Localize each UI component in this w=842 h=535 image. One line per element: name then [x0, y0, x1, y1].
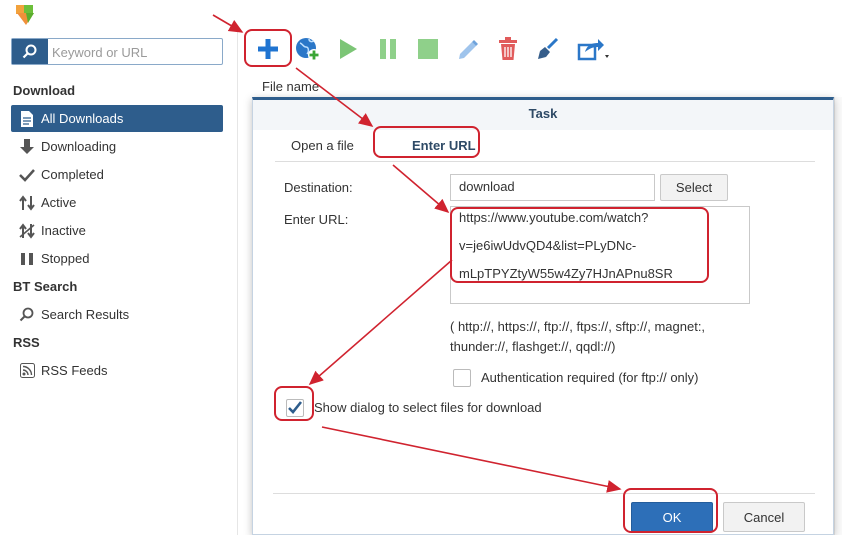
delete-icon [497, 36, 519, 64]
sidebar-item-all-downloads[interactable]: All Downloads [11, 105, 223, 132]
bt-search-section-heading: BT Search [13, 279, 78, 294]
pause-icon [19, 251, 35, 267]
document-icon [19, 110, 35, 127]
sidebar-item-label: RSS Feeds [41, 363, 108, 378]
sidebar-item-label: Active [41, 195, 77, 210]
cancel-button[interactable]: Cancel [723, 502, 805, 532]
dialog-tabs: Open a file Enter URL [275, 130, 815, 162]
up-down-arrows-icon [19, 194, 35, 211]
url-line-3: mLpTPYZtyW55w4Zy7HJnAPnu8SR [459, 266, 673, 281]
dialog-title: Task [528, 106, 558, 121]
rss-section-heading: RSS [13, 335, 40, 350]
tab-open-a-file[interactable]: Open a file [291, 138, 354, 153]
share-menu-button[interactable] [574, 34, 612, 66]
pause-button[interactable] [372, 34, 404, 66]
share-icon [577, 37, 609, 64]
add-icon [256, 37, 280, 64]
sidebar-item-inactive[interactable]: Inactive [11, 217, 223, 244]
delete-button[interactable] [492, 34, 524, 66]
inactive-icon [19, 222, 35, 239]
list-scroll-area [834, 97, 842, 535]
show-dialog-checkbox[interactable] [286, 399, 304, 417]
play-icon [337, 38, 359, 63]
destination-field[interactable]: download [450, 174, 655, 201]
stop-icon [417, 38, 439, 63]
sidebar-item-completed[interactable]: Completed [11, 161, 223, 188]
edit-icon [456, 37, 480, 64]
ok-button[interactable]: OK [631, 502, 713, 532]
select-destination-button[interactable]: Select [660, 174, 728, 201]
edit-button[interactable] [452, 34, 484, 66]
search-icon[interactable] [12, 39, 48, 64]
destination-label: Destination: [284, 180, 353, 195]
sidebar-item-rss-feeds[interactable]: RSS Feeds [11, 357, 223, 384]
authentication-checkbox[interactable] [453, 369, 471, 387]
broom-icon [536, 37, 560, 64]
show-dialog-label: Show dialog to select files for download [314, 400, 542, 415]
sidebar-item-label: Completed [41, 167, 104, 182]
stop-button[interactable] [412, 34, 444, 66]
authentication-label: Authentication required (for ftp:// only… [481, 370, 699, 385]
rss-icon [19, 363, 35, 379]
sidebar-item-label: Inactive [41, 223, 86, 238]
arrow-down-icon [19, 138, 35, 155]
checkmark-icon [19, 167, 35, 183]
supported-protocols-line-2: thunder://, flashget://, qqdl://) [450, 339, 616, 354]
sidebar-item-label: All Downloads [41, 111, 124, 126]
globe-add-icon [295, 36, 321, 65]
create-from-url-button[interactable] [292, 34, 324, 66]
url-line-1: https://www.youtube.com/watch? [459, 210, 649, 225]
search-input[interactable] [52, 43, 220, 61]
sidebar-item-label: Search Results [41, 307, 130, 322]
dialog-footer-divider [273, 493, 815, 494]
sidebar-item-active[interactable]: Active [11, 189, 223, 216]
checkmark-icon [287, 400, 303, 416]
app-header [0, 0, 842, 30]
search-icon [19, 307, 35, 323]
pause-icon [377, 38, 399, 63]
url-line-2: v=je6iwUdvQD4&list=PLyDNc- [459, 238, 637, 253]
download-station-app: Download All Downloads Downloading Compl… [0, 0, 842, 535]
url-textarea[interactable]: https://www.youtube.com/watch? v=je6iwUd… [450, 206, 750, 304]
add-task-button[interactable] [252, 34, 284, 66]
sidebar-item-downloading[interactable]: Downloading [11, 133, 223, 160]
clear-completed-button[interactable] [532, 34, 564, 66]
tab-enter-url[interactable]: Enter URL [412, 138, 476, 153]
download-station-logo-icon [14, 5, 38, 27]
sidebar: Download All Downloads Downloading Compl… [0, 30, 238, 535]
search-box [11, 38, 223, 65]
supported-protocols-line-1: ( http://, https://, ftp://, ftps://, sf… [450, 319, 706, 334]
sidebar-item-stopped[interactable]: Stopped [11, 245, 223, 272]
enter-url-label: Enter URL: [284, 212, 349, 227]
column-file-name[interactable]: File name [262, 79, 319, 94]
resume-button[interactable] [332, 34, 364, 66]
download-section-heading: Download [13, 83, 76, 98]
sidebar-item-label: Stopped [41, 251, 90, 266]
task-dialog: Task Open a file Enter URL Destination: … [252, 97, 834, 535]
sidebar-item-label: Downloading [41, 139, 117, 154]
sidebar-item-search-results[interactable]: Search Results [11, 301, 223, 328]
